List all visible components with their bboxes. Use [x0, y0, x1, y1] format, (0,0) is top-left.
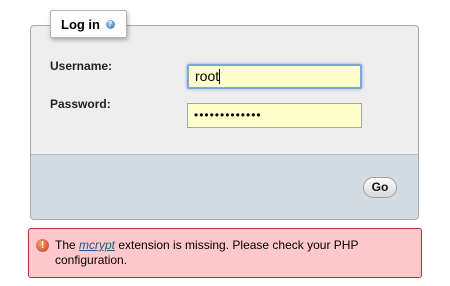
- username-input[interactable]: root: [187, 64, 362, 89]
- password-label: Password:: [50, 97, 111, 111]
- username-value: root: [195, 68, 220, 84]
- login-title: Log in: [61, 17, 100, 32]
- error-prefix: The: [55, 238, 80, 252]
- login-legend: Log in ?: [50, 10, 127, 38]
- help-icon[interactable]: ?: [105, 20, 115, 30]
- mcrypt-link[interactable]: mcrypt: [79, 238, 115, 252]
- login-footer: [31, 154, 418, 219]
- text-caret: [219, 68, 221, 84]
- error-icon: !: [36, 239, 49, 252]
- go-button[interactable]: Go: [363, 177, 397, 198]
- error-text: The mcrypt extension is missing. Please …: [55, 238, 415, 268]
- username-label: Username:: [50, 59, 113, 73]
- password-mask: •••••••••••••: [194, 108, 262, 122]
- error-message: ! The mcrypt extension is missing. Pleas…: [28, 228, 422, 278]
- password-input[interactable]: •••••••••••••: [187, 103, 362, 128]
